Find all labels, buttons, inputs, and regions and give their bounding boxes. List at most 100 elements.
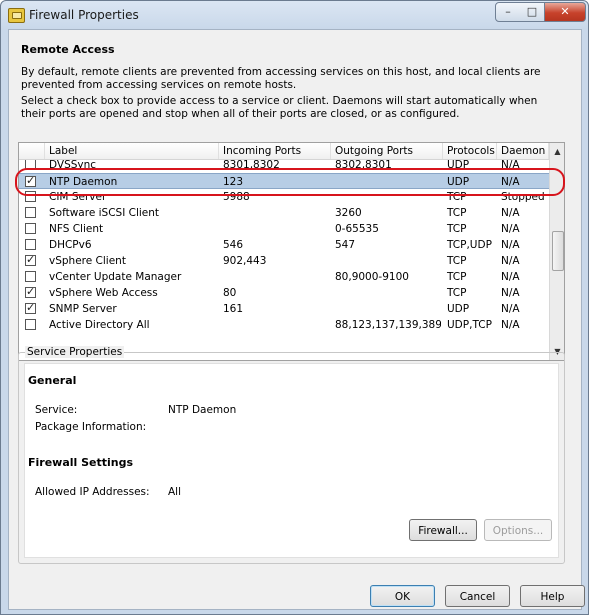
row-daemon: N/A <box>501 287 520 299</box>
row-daemon: N/A <box>501 319 520 331</box>
row-checkbox[interactable] <box>25 160 36 170</box>
general-section-title: General <box>28 374 77 387</box>
table-row[interactable]: vCenter Update Manager 80,9000-9100 TCP N/A <box>19 269 549 285</box>
row-checkbox[interactable] <box>25 319 36 330</box>
row-checkbox[interactable] <box>25 174 36 187</box>
service-properties-legend: Service Properties <box>25 346 125 358</box>
table-row[interactable]: NFS Client 0-65535 TCP N/A <box>19 221 549 237</box>
scroll-thumb[interactable] <box>552 231 564 271</box>
dialog-body: Remote Access By default, remote clients… <box>8 29 585 610</box>
table-row[interactable]: Software iSCSI Client 3260 TCP N/A <box>19 205 549 221</box>
row-daemon: N/A <box>501 176 520 188</box>
package-information-label: Package Information: <box>35 421 147 433</box>
row-outgoing-ports: 80,9000-9100 <box>335 271 409 283</box>
row-daemon: Stopped <box>501 191 545 203</box>
row-label: vSphere Client <box>49 255 126 267</box>
row-checkbox[interactable] <box>25 191 36 202</box>
services-table: Label Incoming Ports Outgoing Ports Prot… <box>18 142 565 361</box>
row-checkbox[interactable] <box>25 223 36 234</box>
service-value: NTP Daemon <box>168 404 237 416</box>
remote-access-description: By default, remote clients are prevented… <box>21 66 541 91</box>
table-row[interactable]: vSphere Web Access 80 TCP N/A <box>19 285 549 301</box>
table-row[interactable]: Active Directory All 88,123,137,139,389 UD… <box>19 317 549 333</box>
title-bar[interactable]: Firewall Properties – □ ✕ <box>1 1 588 29</box>
row-outgoing-ports <box>331 253 441 269</box>
row-outgoing-ports: 0-65535 <box>335 223 379 235</box>
window-title: Firewall Properties <box>29 8 139 22</box>
row-label: DVSSync <box>49 160 97 171</box>
row-protocols: UDP <box>447 176 470 188</box>
row-label: CIM Server <box>49 191 107 203</box>
table-row[interactable]: CIM Server 5988 TCP Stopped <box>19 189 549 205</box>
row-protocols: UDP,TCP <box>447 319 492 331</box>
firewall-app-icon <box>8 8 25 23</box>
minimize-button[interactable]: – <box>495 2 521 22</box>
table-row-selected[interactable]: NTP Daemon 123 UDP N/A <box>19 173 549 189</box>
row-daemon: N/A <box>501 160 520 171</box>
service-properties-panel: General Service: NTP Daemon Package Info… <box>24 363 559 558</box>
row-incoming-ports: 902,443 <box>223 255 267 267</box>
help-button[interactable]: Help <box>520 585 585 607</box>
table-row[interactable]: vSphere Client 902,443 TCP N/A <box>19 253 549 269</box>
row-outgoing-ports: 3260 <box>335 207 362 219</box>
allowed-ip-label: Allowed IP Addresses: <box>35 486 150 498</box>
row-label: vCenter Update Manager <box>49 271 182 283</box>
row-incoming-ports: 161 <box>223 303 244 315</box>
table-body: DVSSync 8301,8302 8302,8301 UDP N/A NTP Daem… <box>19 160 549 360</box>
table-scrollbar[interactable]: ▲ ▼ <box>549 143 564 360</box>
row-daemon: N/A <box>501 223 520 235</box>
firewall-settings-title: Firewall Settings <box>28 456 134 469</box>
column-header-incoming-ports[interactable]: Incoming Ports <box>219 143 331 159</box>
row-checkbox[interactable] <box>25 239 36 250</box>
ok-button[interactable]: OK <box>370 585 435 607</box>
row-incoming-ports <box>219 221 329 237</box>
row-label: NTP Daemon <box>49 176 118 188</box>
scroll-up-arrow-icon[interactable]: ▲ <box>550 144 564 159</box>
close-button[interactable]: ✕ <box>545 2 586 22</box>
row-incoming-ports: 546 <box>223 239 244 251</box>
row-outgoing-ports <box>331 285 441 301</box>
table-header: Label Incoming Ports Outgoing Ports Prot… <box>19 143 549 160</box>
row-daemon: N/A <box>501 239 520 251</box>
row-label: Software iSCSI Client <box>49 207 160 219</box>
allowed-ip-value: All <box>168 486 182 498</box>
column-header-checkbox[interactable] <box>19 143 45 159</box>
maximize-button[interactable]: □ <box>520 2 545 22</box>
remote-access-instructions: Select a check box to provide access to … <box>21 95 538 120</box>
row-label: NFS Client <box>49 223 104 235</box>
row-checkbox[interactable] <box>25 207 36 218</box>
service-properties-group: Service Properties General Service: NTP … <box>18 346 565 564</box>
column-header-label[interactable]: Label <box>45 143 219 159</box>
row-daemon: N/A <box>501 271 520 283</box>
row-checkbox[interactable] <box>25 271 36 282</box>
options-button[interactable]: Options... <box>484 519 552 541</box>
row-checkbox[interactable] <box>25 301 36 314</box>
row-protocols: TCP <box>447 191 467 203</box>
table-row[interactable]: SNMP Server 161 UDP N/A <box>19 301 549 317</box>
table-row[interactable]: DHCPv6 546 547 TCP,UDP N/A <box>19 237 549 253</box>
row-daemon: N/A <box>501 255 520 267</box>
firewall-button[interactable]: Firewall... <box>409 519 477 541</box>
row-label: Active Directory All <box>49 319 150 331</box>
row-daemon: N/A <box>501 207 520 219</box>
row-incoming-ports: 5988 <box>223 191 250 203</box>
column-header-outgoing-ports[interactable]: Outgoing Ports <box>331 143 443 159</box>
row-incoming-ports <box>219 269 329 285</box>
row-outgoing-ports <box>331 301 441 317</box>
row-checkbox[interactable] <box>25 253 36 266</box>
column-header-protocols[interactable]: Protocols <box>443 143 497 159</box>
remote-access-heading: Remote Access <box>21 43 115 56</box>
row-outgoing-ports <box>331 174 441 190</box>
column-header-daemon[interactable]: Daemon <box>497 143 549 159</box>
row-protocols: UDP <box>447 303 470 315</box>
row-outgoing-ports <box>331 189 441 205</box>
row-protocols: UDP <box>447 160 470 171</box>
cancel-button[interactable]: Cancel <box>445 585 510 607</box>
table-row[interactable]: DVSSync 8301,8302 8302,8301 UDP N/A <box>19 160 549 173</box>
row-incoming-ports: 8301,8302 <box>223 160 280 171</box>
row-checkbox[interactable] <box>25 285 36 298</box>
row-incoming-ports <box>219 317 329 333</box>
firewall-properties-window: Firewall Properties – □ ✕ Remote Access … <box>0 0 589 615</box>
row-protocols: TCP <box>447 223 467 235</box>
row-label: DHCPv6 <box>49 239 92 251</box>
